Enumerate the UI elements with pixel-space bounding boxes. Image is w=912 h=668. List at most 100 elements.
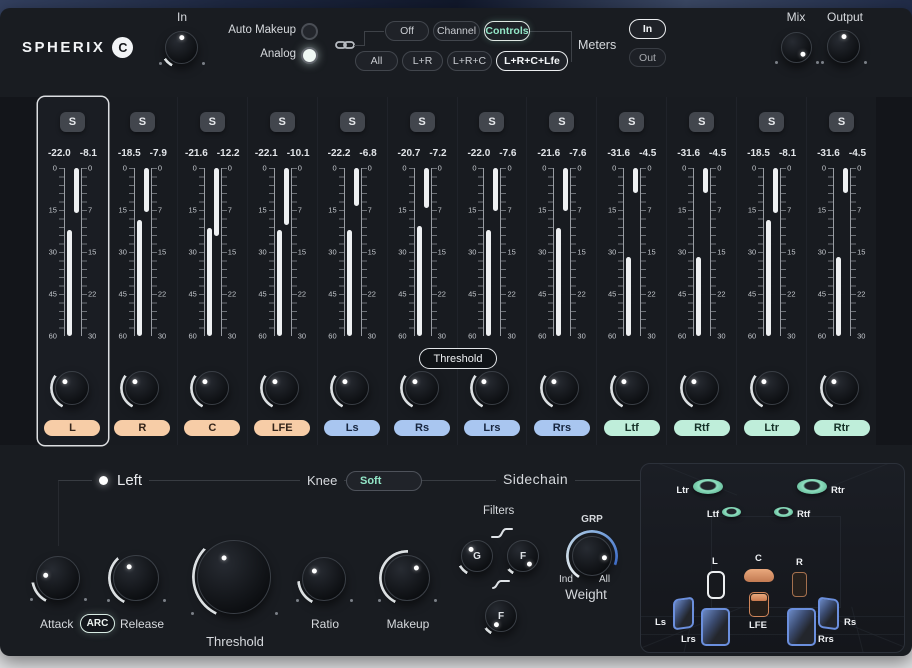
gain-reduction-bar [563,168,568,211]
solo-button[interactable]: S [619,112,644,132]
solo-button[interactable]: S [270,112,295,132]
attack-knob[interactable] [36,556,80,600]
channel-threshold-knob[interactable] [615,371,649,405]
logo-text: SPHERIX [22,39,105,56]
section-divider-line [58,480,59,546]
sidechain-gain-knob[interactable]: G [461,540,493,572]
solo-button[interactable]: S [829,112,854,132]
meter-ruler [688,168,694,336]
channel-threshold-knob[interactable] [685,371,719,405]
mix-knob[interactable] [781,32,812,63]
solo-button[interactable]: S [340,112,365,132]
channel-threshold-knob[interactable] [335,371,369,405]
sidechain-freq2-knob[interactable]: F [485,600,517,632]
channel-threshold-knob[interactable] [125,371,159,405]
speaker-r[interactable] [792,572,807,597]
solo-button[interactable]: S [689,112,714,132]
level-value: -18.5 [747,148,770,161]
speaker-l[interactable] [707,571,725,599]
speaker-lfe[interactable] [749,592,769,617]
link-group-lrclfe-button[interactable]: L+R+C+Lfe [496,51,568,71]
weight-knob[interactable] [572,536,612,576]
link-mode-channel-button[interactable]: Channel [433,21,480,41]
knee-dropdown[interactable]: Soft [346,471,422,491]
channel-strip-Ltf: S-31.6-4.501530456007152230Ltf [597,97,667,445]
level-value: -22.2 [328,148,351,161]
threshold-knob[interactable] [197,540,271,614]
meter-values: -21.6-7.6 [537,148,586,161]
speaker-rtf[interactable] [774,507,793,517]
channel-meter: 01530456007152230 [673,168,730,336]
link-mode-controls-button[interactable]: Controls [484,21,530,41]
channel-label-Ltr[interactable]: Ltr [744,420,800,436]
solo-button[interactable]: S [549,112,574,132]
speaker-rtr[interactable] [797,479,827,494]
speaker-ltr[interactable] [693,479,723,494]
makeup-knob[interactable] [384,555,430,601]
channel-label-LFE[interactable]: LFE [254,420,310,436]
meter-values: -21.6-12.2 [185,148,240,161]
output-knob[interactable] [827,30,860,63]
ratio-knob[interactable] [302,557,346,601]
channel-label-Ltf[interactable]: Ltf [604,420,660,436]
channel-threshold-knob[interactable] [405,371,439,405]
in-knob-label: In [177,10,187,24]
gain-reduction-bar [144,168,149,212]
speaker-ltf[interactable] [722,507,741,517]
channel-label-C[interactable]: C [184,420,240,436]
channel-label-L[interactable]: L [44,420,100,436]
meter-values: -20.7-7.2 [398,148,447,161]
level-bar [486,230,491,336]
speaker-ls[interactable] [673,597,694,631]
solo-button[interactable]: S [200,112,225,132]
channel-meter: 01530456007152230 [114,168,171,336]
link-group-lr-button[interactable]: L+R [402,51,443,71]
knee-label: Knee [300,473,344,488]
analog-toggle[interactable] [301,47,318,64]
level-value: -22.1 [255,148,278,161]
arc-button[interactable]: ARC [80,614,115,633]
selected-channel-name: Left [117,472,142,489]
channel-label-Rrs[interactable]: Rrs [534,420,590,436]
channel-threshold-knob[interactable] [755,371,789,405]
link-group-lrc-button[interactable]: L+R+C [447,51,492,71]
release-knob[interactable] [113,555,159,601]
sidechain-freq-knob[interactable]: F [507,540,539,572]
solo-button[interactable]: S [410,112,435,132]
input-gain-knob[interactable] [165,31,198,64]
speaker-lrs[interactable] [701,608,730,646]
solo-button[interactable]: S [130,112,155,132]
channel-threshold-knob[interactable] [475,371,509,405]
gr-value: -4.5 [709,148,726,161]
channel-threshold-knob[interactable] [55,371,89,405]
meters-out-button[interactable]: Out [629,48,666,67]
speaker-rs[interactable] [818,597,839,631]
auto-makeup-toggle[interactable] [301,23,318,40]
channel-label-Ls[interactable]: Ls [324,420,380,436]
gain-reduction-bar [843,168,848,193]
channel-meter: 01530456007152230 [603,168,660,336]
channel-threshold-knob[interactable] [195,371,229,405]
channel-threshold-knob[interactable] [545,371,579,405]
channel-label-Lrs[interactable]: Lrs [464,420,520,436]
channel-threshold-knob[interactable] [825,371,859,405]
gain-reduction-bar [633,168,638,193]
level-value: -22.0 [467,148,490,161]
solo-button[interactable]: S [60,112,85,132]
link-mode-off-button[interactable]: Off [385,21,429,41]
gr-value: -7.6 [499,148,516,161]
solo-button[interactable]: S [759,112,784,132]
highshelf-filter-icon [491,527,513,539]
level-bar [277,230,282,336]
speaker-c[interactable] [744,569,774,582]
channel-threshold-knob[interactable] [265,371,299,405]
channel-label-Rs[interactable]: Rs [394,420,450,436]
meters-in-button[interactable]: In [629,19,666,39]
channel-label-R[interactable]: R [114,420,170,436]
speaker-rrs[interactable] [787,608,816,646]
link-group-all-button[interactable]: All [355,51,398,71]
solo-button[interactable]: S [479,112,504,132]
channel-label-Rtf[interactable]: Rtf [674,420,730,436]
channel-label-Rtr[interactable]: Rtr [814,420,870,436]
meter-strips: S-22.0-8.101530456007152230LS-18.5-7.901… [38,97,876,445]
